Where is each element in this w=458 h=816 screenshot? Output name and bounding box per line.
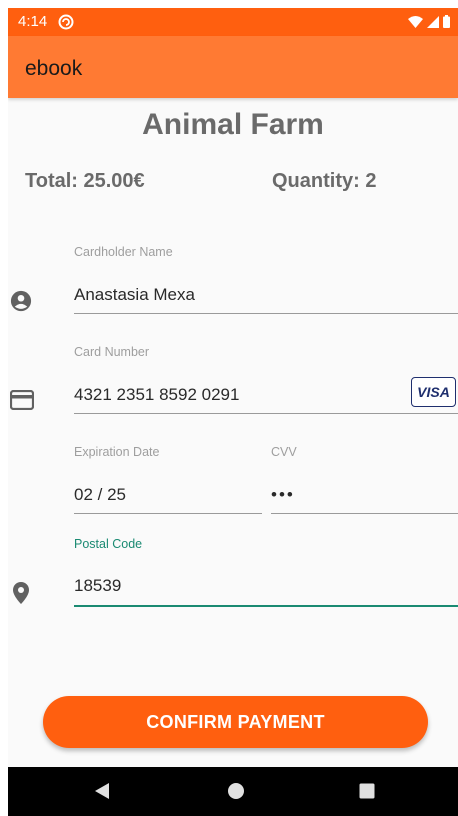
- app-title: ebook: [25, 57, 83, 80]
- order-quantity: Quantity: 2: [272, 170, 377, 192]
- status-bar: 4:14: [8, 8, 458, 36]
- expiration-date-label: Expiration Date: [74, 445, 160, 459]
- cvv-label: CVV: [271, 445, 297, 459]
- back-triangle-icon[interactable]: [93, 781, 111, 801]
- credit-card-icon: [10, 390, 34, 410]
- card-number-input[interactable]: 4321 2351 8592 0291: [74, 385, 239, 405]
- location-pin-icon: [13, 582, 29, 604]
- wifi-icon: [408, 15, 423, 28]
- app-screen: 4:14 ebook Animal Farm Total: 25.00€ Qua…: [8, 8, 458, 816]
- notification-app-icon: [58, 14, 74, 30]
- book-title: Animal Farm: [142, 108, 324, 141]
- visa-card-brand-icon: VISA: [411, 377, 456, 407]
- expiration-date-input[interactable]: 02 / 25: [74, 485, 126, 505]
- status-time: 4:14: [18, 13, 48, 30]
- account-circle-icon: [10, 290, 32, 312]
- cardholder-name-label: Cardholder Name: [74, 245, 173, 259]
- cvv-input[interactable]: •••: [271, 485, 295, 505]
- card-number-underline: [74, 413, 458, 414]
- card-number-label: Card Number: [74, 345, 150, 359]
- home-circle-icon[interactable]: [226, 781, 246, 801]
- postal-code-input[interactable]: 18539: [74, 576, 121, 596]
- signal-icon: [427, 15, 439, 28]
- postal-code-underline: [74, 605, 458, 607]
- cvv-underline: [271, 513, 458, 514]
- order-total: Total: 25.00€: [25, 170, 145, 192]
- cardholder-name-input[interactable]: Anastasia Mexa: [74, 285, 195, 305]
- app-bar: ebook: [8, 36, 458, 98]
- system-nav-bar: [8, 767, 458, 816]
- battery-icon: [443, 15, 450, 28]
- recents-square-icon[interactable]: [358, 781, 376, 801]
- status-indicators: [408, 15, 450, 28]
- expiration-date-underline: [74, 513, 262, 514]
- postal-code-label: Postal Code: [74, 537, 143, 551]
- cardholder-name-underline: [74, 313, 458, 314]
- confirm-payment-button[interactable]: CONFIRM PAYMENT: [43, 696, 428, 748]
